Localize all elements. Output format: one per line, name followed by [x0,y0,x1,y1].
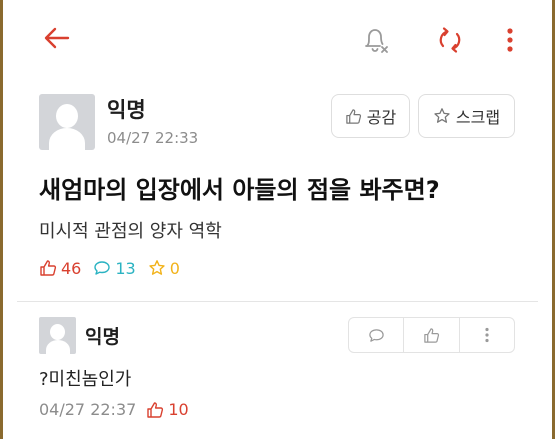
like-button-label: 공감 [366,108,397,127]
comment-item: 익명 ?미친놈인가 04/27 22:37 10 [3,302,552,439]
scrap-count-value: 0 [169,258,180,278]
post-time: 04/27 22:33 [107,129,199,147]
comment-like-button[interactable] [403,318,458,352]
comment-author: 익명 [85,326,120,348]
reply-button[interactable] [349,318,403,352]
thumbs-up-icon [424,327,440,343]
comment-time: 04/27 22:37 [39,400,137,419]
post-title: 새엄마의 입장에서 아들의 점을 봐주면? [39,176,440,204]
comment-more-button[interactable] [458,318,514,352]
comment-like-count-value: 10 [168,400,189,419]
post-body: 미시적 관점의 양자 역학 [39,221,222,242]
arrow-left-icon [44,27,70,49]
comment-text: ?미친놈인가 [39,369,132,390]
comment-icon [368,328,384,342]
comment-actions [348,317,515,353]
avatar [39,94,95,150]
top-bar [3,0,552,80]
refresh-button[interactable] [430,20,470,60]
comment-meta: 04/27 22:37 10 [39,400,189,419]
thumbs-up-icon [346,108,361,124]
scrap-button[interactable]: 스크랩 [418,94,515,138]
scrap-button-label: 스크랩 [455,108,501,127]
comment-like-count: 10 [146,400,189,419]
comment-count-value: 13 [115,258,136,278]
post: 익명 04/27 22:33 공감 스크랩 새엄마의 입장에서 아들의 점을 봐… [3,80,552,300]
post-stats: 46 13 0 [39,257,192,279]
post-author: 익명 [107,98,146,122]
thumbs-up-icon [40,260,57,276]
app-frame: 익명 04/27 22:33 공감 스크랩 새엄마의 입장에서 아들의 점을 봐… [3,0,552,439]
notification-toggle-button[interactable] [355,20,395,60]
more-vertical-icon [507,28,513,52]
comment-avatar [39,317,76,354]
back-button[interactable] [39,20,75,56]
star-icon [149,260,165,275]
refresh-icon [439,27,461,53]
more-vertical-icon [485,327,489,343]
like-count-value: 46 [61,258,82,278]
like-count: 46 [39,259,81,278]
star-icon [434,108,450,123]
thumbs-up-icon [147,401,164,418]
bell-off-icon [365,29,388,53]
like-button[interactable]: 공감 [331,94,410,138]
comment-icon [94,261,111,275]
comment-count: 13 [93,258,136,278]
scrap-count: 0 [148,259,180,278]
more-options-button[interactable] [495,20,525,60]
